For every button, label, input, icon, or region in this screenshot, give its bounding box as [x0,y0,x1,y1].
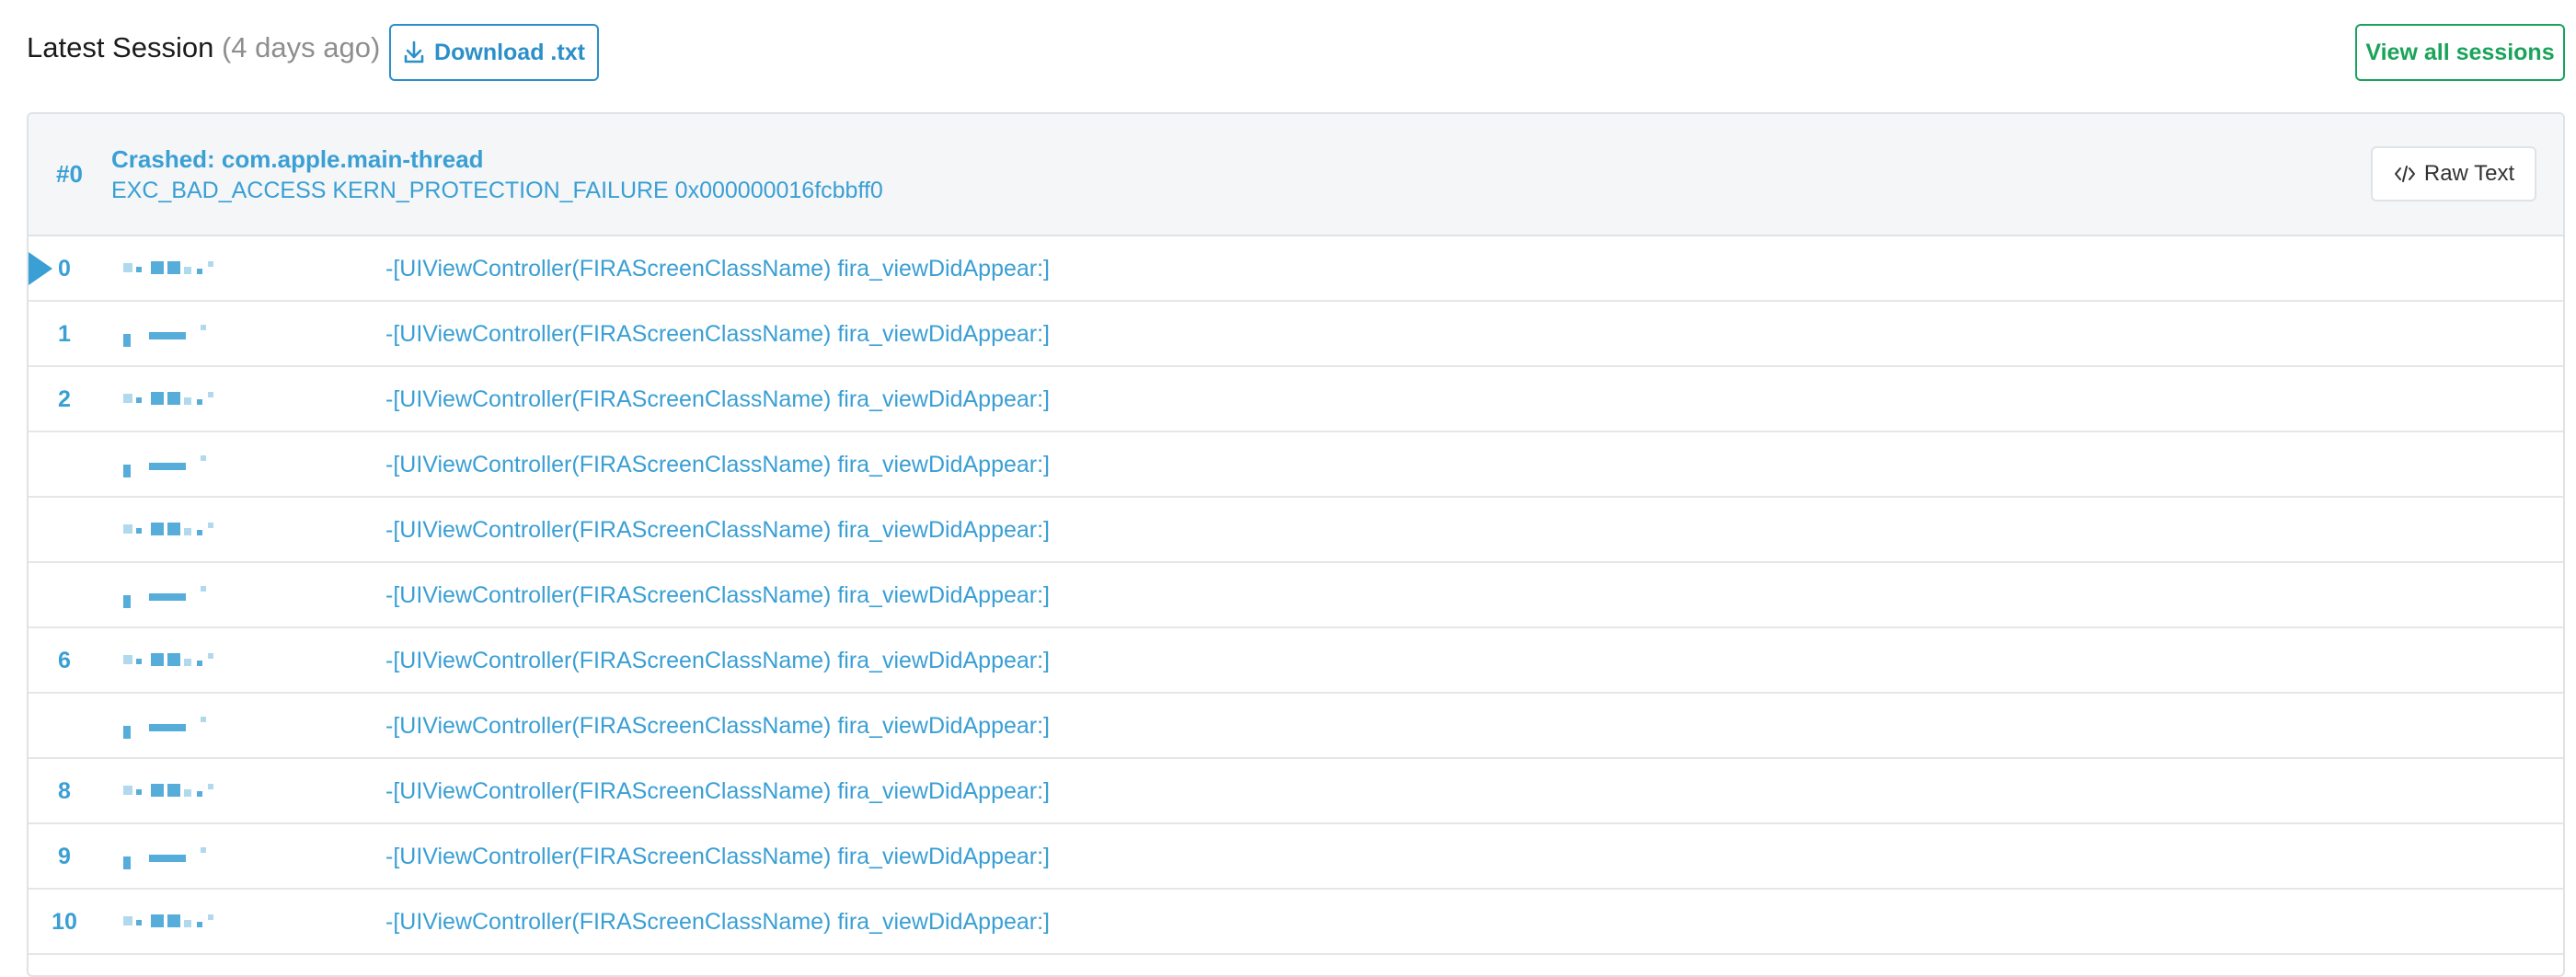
download-label: Download .txt [434,39,585,65]
frame-list: 0 -[UIViewController(FIRAScreenClassName)… [29,236,2563,975]
frame-symbol[interactable]: -[UIViewController(FIRAScreenClassName) … [385,844,1050,870]
frame-row[interactable]: 2 -[UIViewController(FIRAScreenClassName)… [29,367,2563,432]
exception-text: EXC_BAD_ACCESS KERN_PROTECTION_FAILURE 0… [111,178,883,203]
redacted-library-name [123,909,270,935]
frame-row[interactable]: -[UIViewController(FIRAScreenClassName) … [29,563,2563,628]
frame-number: 2 [58,386,71,412]
code-icon [2394,166,2415,182]
frame-number: 10 [52,909,77,935]
session-header: Latest Session (4 days ago) Download .tx… [0,0,2576,106]
redacted-library-name [123,321,270,347]
raw-text-button[interactable]: Raw Text [2371,146,2536,201]
thread-title[interactable]: Crashed: com.apple.main-thread [111,145,484,174]
page-title: Latest Session (4 days ago) [27,31,380,64]
download-icon [404,40,424,63]
frame-number: 8 [58,778,71,804]
stack-trace-panel: #0 Crashed: com.apple.main-thread EXC_BA… [27,112,2565,977]
redacted-library-name [123,713,270,739]
frame-symbol[interactable]: -[UIViewController(FIRAScreenClassName) … [385,582,1050,609]
frame-row[interactable]: -[UIViewController(FIRAScreenClassName) … [29,498,2563,563]
frame-row[interactable]: -[UIViewController(FIRAScreenClassName) … [29,694,2563,759]
redacted-library-name [123,256,270,282]
frame-number: 1 [58,321,71,347]
frame-row[interactable]: 6 -[UIViewController(FIRAScreenClassName)… [29,628,2563,694]
view-all-sessions-button[interactable]: View all sessions [2355,24,2565,81]
frame-symbol[interactable]: -[UIViewController(FIRAScreenClassName) … [385,713,1050,740]
redacted-library-name [123,452,270,477]
frame-symbol[interactable]: -[UIViewController(FIRAScreenClassName) … [385,648,1050,674]
frame-row[interactable]: 11UIKit-[UINavigationController viewDidA… [29,955,2563,975]
frame-symbol[interactable]: -[UIViewController(FIRAScreenClassName) … [385,386,1050,413]
raw-text-label: Raw Text [2423,161,2515,186]
redacted-library-name [123,582,270,608]
session-title: Latest Session [27,31,214,63]
frame-number: 0 [58,256,71,282]
frame-symbol[interactable]: -[UIViewController(FIRAScreenClassName) … [385,909,1050,936]
frame-row[interactable]: 0 -[UIViewController(FIRAScreenClassName)… [29,236,2563,302]
session-age: (4 days ago) [221,31,381,63]
redacted-library-name [123,517,270,543]
frame-number: 6 [58,648,71,673]
view-all-label: View all sessions [2365,39,2555,65]
frame-symbol[interactable]: -[UIViewController(FIRAScreenClassName) … [385,517,1050,544]
redacted-library-name [123,648,270,673]
frame-symbol[interactable]: -[UIViewController(FIRAScreenClassName) … [385,321,1050,348]
redacted-library-name [123,386,270,412]
frame-row[interactable]: 10 -[UIViewController(FIRAScreenClassName… [29,890,2563,955]
frame-row[interactable]: 9 -[UIViewController(FIRAScreenClassName)… [29,824,2563,890]
frame-row[interactable]: 8 -[UIViewController(FIRAScreenClassName)… [29,759,2563,824]
thread-number: #0 [56,160,83,188]
redacted-library-name [123,844,270,869]
frame-symbol[interactable]: -[UIViewController(FIRAScreenClassName) … [385,256,1050,282]
frame-row[interactable]: -[UIViewController(FIRAScreenClassName) … [29,432,2563,498]
frame-symbol[interactable]: -[UIViewController(FIRAScreenClassName) … [385,778,1050,805]
download-txt-button[interactable]: Download .txt [389,24,599,81]
frame-symbol[interactable]: -[UIViewController(FIRAScreenClassName) … [385,452,1050,478]
frame-number: 9 [58,844,71,869]
frame-row[interactable]: 1 -[UIViewController(FIRAScreenClassName)… [29,302,2563,367]
redacted-library-name [123,778,270,804]
thread-header: #0 Crashed: com.apple.main-thread EXC_BA… [29,114,2563,236]
